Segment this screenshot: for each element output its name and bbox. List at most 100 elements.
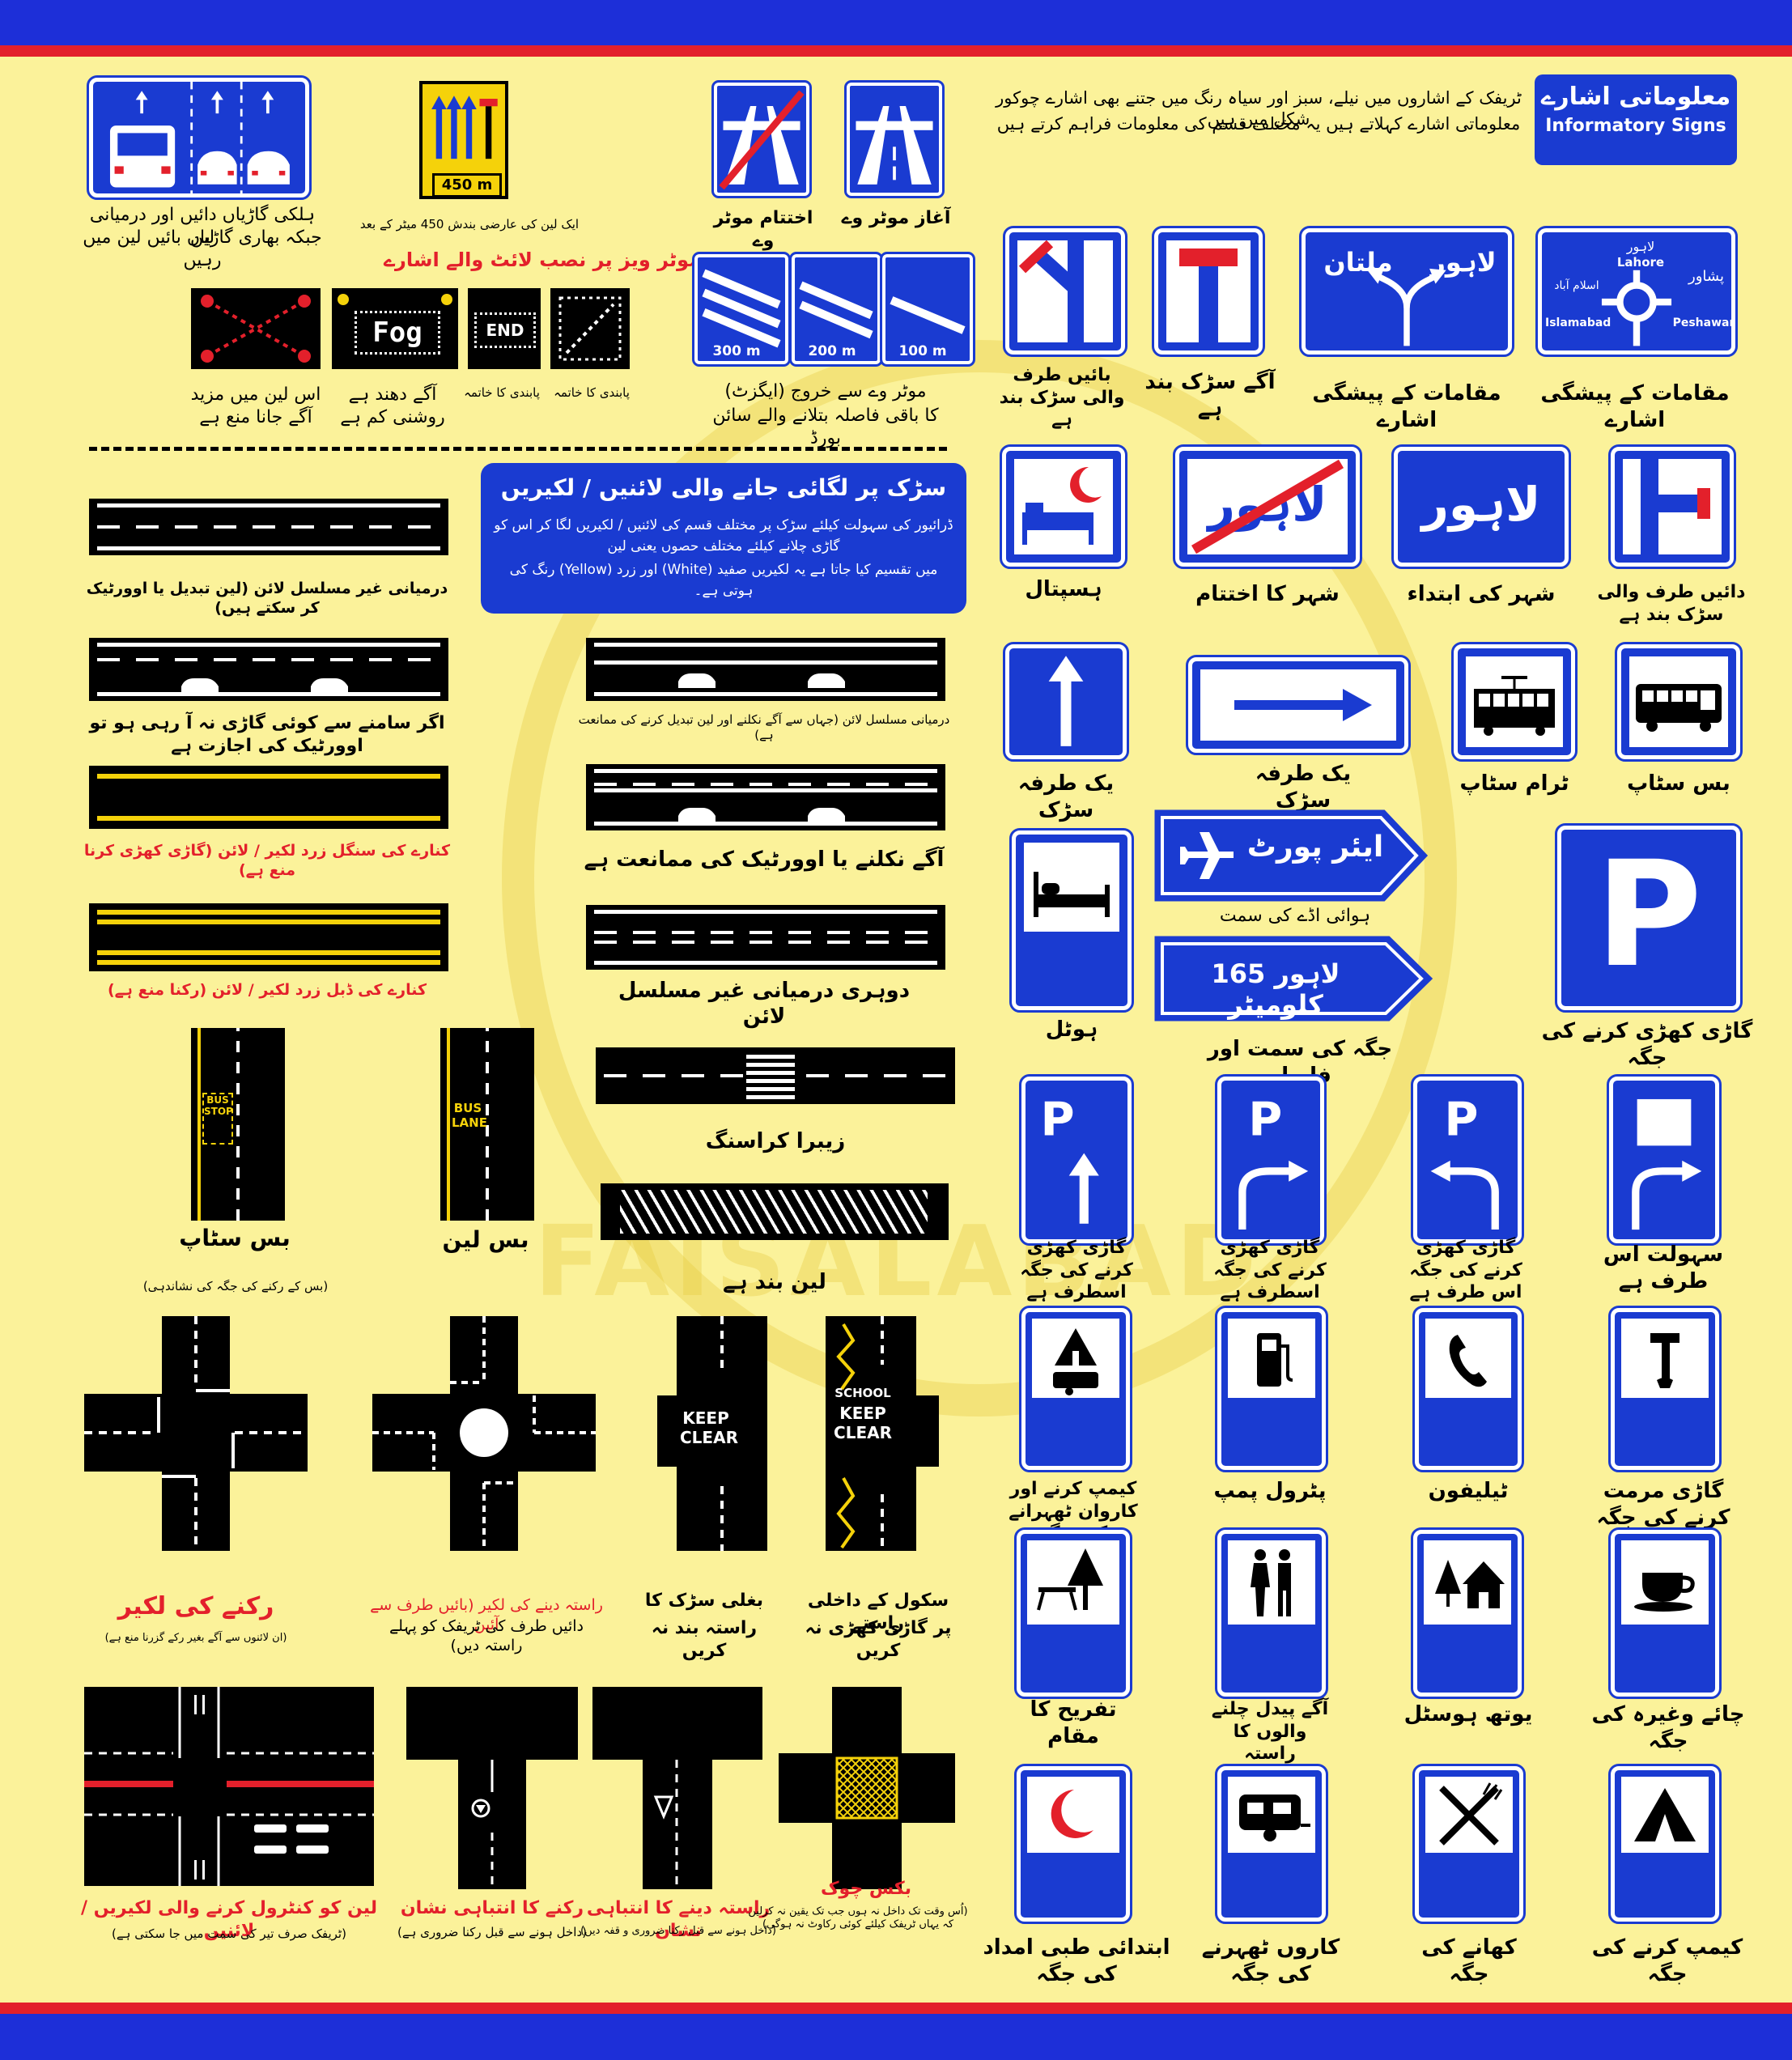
parking-caption: گاڑی کھڑی کرنے کی جگہ: [1541, 1019, 1753, 1070]
stop-line-caption: رکنے کی لکیر: [117, 1592, 274, 1620]
parking-curve-left-icon: P: [1430, 1092, 1499, 1230]
tram-stop-caption: ٹرام سٹاپ: [1459, 771, 1569, 796]
one-way-up-caption: یک طرفہ سڑک: [1017, 771, 1115, 822]
telephone-sign: [1412, 1306, 1524, 1472]
section-separator: [89, 447, 947, 451]
hospital-caption: ہسپتال: [1025, 577, 1102, 601]
center-dash: [236, 1028, 240, 1221]
intro-line-2: معلوماتی اشارے کہلاتے ہیں یہ مختلف قسم ک…: [996, 114, 1521, 134]
strike-icon: [1191, 459, 1344, 554]
car-pair-icon: [181, 678, 348, 693]
city-end-sign: لاہور: [1173, 444, 1362, 569]
school-caption-2: پر گاڑی کھڑی نہ کریں: [805, 1618, 952, 1661]
advance-direction-sign: ملتان لاہور: [1299, 226, 1514, 357]
restriction-end-light-sign: [550, 288, 630, 369]
edge-line-top: [594, 910, 937, 914]
arrow-right-icon: [1234, 689, 1372, 721]
parking-letter: P: [1595, 830, 1702, 1000]
exit-100m-sign: 100 m: [880, 252, 975, 367]
stop-line-junction: [84, 1316, 308, 1551]
bus-stop-title: بس سٹاپ: [179, 1225, 291, 1251]
camp-caravan-sign: [1019, 1306, 1132, 1472]
fuel-pump-icon: [1257, 1333, 1293, 1387]
youth-hostel-caption: یوتھ ہوسٹل: [1403, 1702, 1533, 1727]
tram-icon: [1474, 676, 1555, 736]
yellow-line-4: [97, 960, 440, 965]
right-closed-panel: [1623, 459, 1722, 554]
keep-text: KEEP: [682, 1408, 729, 1428]
keep-clear-marking: KEEP CLEAR: [680, 1408, 738, 1447]
parking-ahead-caption: گاڑی کھڑی کرنے کی جگہ اسطرف ہے: [1020, 1238, 1133, 1302]
clear-text: CLEAR: [834, 1423, 892, 1442]
zebra-stripes: [746, 1052, 795, 1099]
clear-text: CLEAR: [680, 1428, 738, 1447]
motorway-end-icon: [719, 90, 805, 190]
food-panel: [1425, 1777, 1513, 1853]
parking-left-sign: P: [1411, 1074, 1524, 1246]
parking-curve-right-icon: P: [1238, 1093, 1309, 1230]
broken-center-caption: درمیانی غیر مسلسل لائن (لین تبدیل یا اوو…: [86, 580, 448, 617]
motorway-end-caption: اختتام موٹر وے: [713, 208, 813, 251]
telephone-panel: [1425, 1319, 1511, 1398]
telephone-icon: [1449, 1335, 1487, 1387]
picnic-caption: تفریح کا مقام: [1030, 1697, 1117, 1748]
bus-icon: [1636, 684, 1722, 732]
give-way-line-caption-2: دائیں طرف کی ٹریفک کو پہلے راستہ دیں): [389, 1617, 584, 1654]
city-end-panel: لاہور: [1187, 459, 1348, 554]
petrol-panel: [1228, 1319, 1315, 1398]
hotel-sign: [1009, 828, 1134, 1013]
rb-islamabad-ur: اسلام آباد: [1554, 279, 1599, 292]
motorway-end-sign: [711, 80, 812, 198]
double-broken-caption-1: دوہری درمیانی غیر مسلسل: [618, 979, 911, 1003]
crescent-icon: [1051, 1790, 1093, 1838]
light-cap-x: اس لین میں مزید آگے جانا منع ہے: [190, 384, 321, 427]
edge-line-top: [594, 769, 937, 773]
exit-300m-label: 300 m: [711, 343, 762, 359]
one-way-right-caption: یک طرفہ سڑک: [1255, 762, 1352, 813]
center-dashed-line: [97, 657, 440, 661]
picnic-sign: [1014, 1527, 1132, 1699]
right-road-closed-sign: [1608, 444, 1736, 569]
center-solid-line: [594, 788, 937, 792]
edge-line-bottom: [97, 546, 440, 550]
bus-panel: [1629, 656, 1728, 747]
ahead-closed-panel: [1166, 240, 1251, 342]
no-overtake-caption: آگے نکلنے یا اوورٹیک کی ممانعت ہے: [584, 847, 945, 872]
caravan-caption: کاروں ٹھہرنے کی جگہ: [1201, 1935, 1340, 1986]
one-way-panel: [1200, 669, 1396, 741]
picnic-panel: [1027, 1540, 1119, 1625]
give-way-mark-t-junction: [592, 1687, 762, 1889]
tent-icon: [1634, 1788, 1696, 1841]
rb-islamabad-en: Islamabad: [1545, 316, 1612, 329]
fork-knife-icon: [1439, 1782, 1503, 1846]
no-overtake-road: [586, 764, 945, 830]
youth-hostel-sign: [1411, 1527, 1524, 1699]
petrol-caption: پٹرول پمپ: [1213, 1479, 1327, 1503]
dashed-line-2: [594, 941, 937, 945]
pedestrians-caption: آگے پیدل چلنے والوں کا راستہ: [1211, 1699, 1329, 1764]
edge-line-top: [97, 503, 440, 508]
left-road-closed-sign: [1003, 226, 1127, 357]
yellow-line-2: [97, 920, 440, 924]
fog-text: Fog: [355, 311, 440, 355]
lane-closed-road: [601, 1183, 949, 1240]
left-closed-caption: بائیں طرف والی سڑک بند ہے: [999, 365, 1125, 430]
caravan-icon: [1239, 1795, 1310, 1841]
airport-caption: ہوائی اڈے کی سمت: [1219, 906, 1371, 926]
title-english: Informatory Signs: [1545, 116, 1726, 136]
yellow-line-3: [97, 950, 440, 955]
bus-stop-caption: بس سٹاپ: [1627, 771, 1730, 796]
exit-200m-sign: 200 m: [789, 252, 883, 367]
lane-closure-sign: 450 m: [419, 81, 508, 199]
camp-caravan-panel: [1032, 1319, 1119, 1398]
yellow-edge: [197, 1028, 201, 1221]
exit-100m-label: 100 m: [897, 343, 949, 359]
dead-end-icon: [1179, 248, 1238, 342]
city-start-text: لاہور: [1421, 477, 1541, 532]
overtake-caption: اگر سامنے سے کوئی گاڑی نہ آ رہی ہو تو او…: [89, 713, 445, 756]
exit-caption-1: موٹر وے سے خروج (ایگزٹ): [724, 381, 927, 401]
double-broken-road: [586, 905, 945, 970]
first-aid-panel: [1027, 1777, 1119, 1853]
one-way-up-sign: [1003, 642, 1129, 762]
tram-stop-sign: [1451, 642, 1578, 762]
